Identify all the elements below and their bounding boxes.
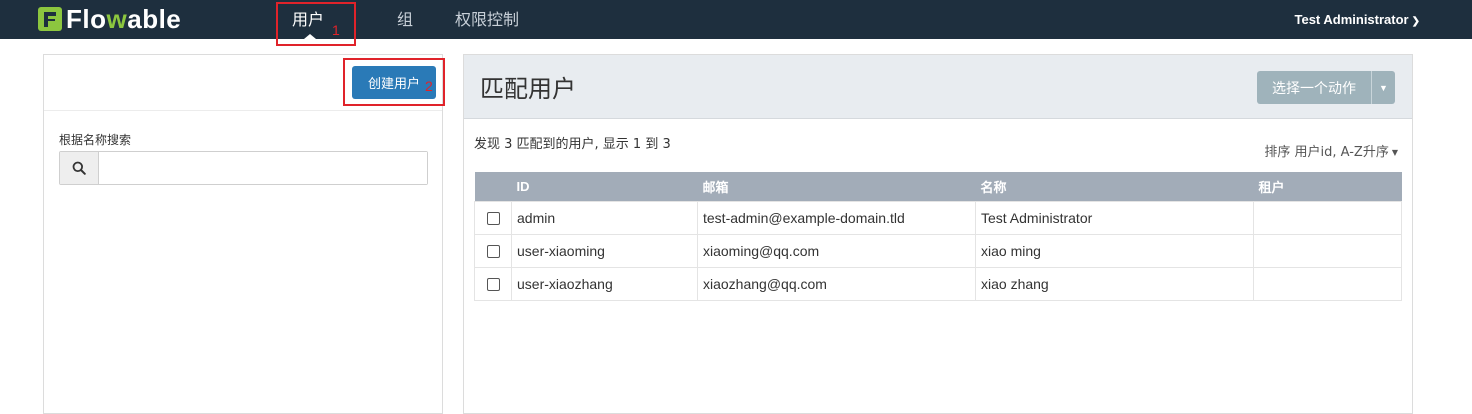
cell-name: Test Administrator	[975, 200, 1254, 235]
cell-name: xiao ming	[975, 233, 1254, 268]
user-menu[interactable]: Test Administrator ❯	[1294, 0, 1420, 39]
cell-email: xiaoming@qq.com	[697, 233, 976, 268]
user-search-panel: 创建用户 根据名称搜索	[43, 54, 443, 414]
search-icon	[60, 152, 99, 184]
page-title: 匹配用户	[480, 75, 576, 103]
cell-email: xiaozhang@qq.com	[697, 266, 976, 301]
search-input[interactable]	[99, 152, 427, 184]
select-column-header	[474, 172, 512, 201]
matching-users-panel: 匹配用户 选择一个动作 ▼ 发现 3 匹配到的用户, 显示 1 到 3 排序 用…	[463, 54, 1413, 414]
column-header-tenant[interactable]: 租户	[1253, 172, 1402, 201]
users-table: ID 邮箱 名称 租户 admin test-admin@example-dom…	[474, 172, 1402, 301]
nav-item-privileges[interactable]: 权限控制	[455, 0, 519, 39]
annotation-number-2: 2	[425, 78, 433, 94]
table-row[interactable]: user-xiaoming xiaoming@qq.com xiao ming	[474, 233, 1402, 268]
table-header-row: ID 邮箱 名称 租户	[474, 172, 1402, 201]
action-dropdown-toggle[interactable]: ▼	[1371, 71, 1395, 104]
results-summary: 发现 3 匹配到的用户, 显示 1 到 3	[474, 137, 671, 152]
cell-name: xiao zhang	[975, 266, 1254, 301]
cell-id: user-xiaozhang	[511, 266, 698, 301]
flowable-logo[interactable]: Flowable	[38, 3, 182, 34]
cell-tenant	[1253, 233, 1402, 268]
cell-tenant	[1253, 200, 1402, 235]
action-dropdown: 选择一个动作 ▼	[1257, 71, 1395, 104]
top-navbar: Flowable 用户 组 权限控制 Test Administrator ❯	[0, 0, 1472, 39]
table-row[interactable]: user-xiaozhang xiaozhang@qq.com xiao zha…	[474, 266, 1402, 301]
search-label: 根据名称搜索	[59, 133, 132, 147]
column-header-name[interactable]: 名称	[975, 172, 1254, 201]
row-checkbox[interactable]	[486, 278, 500, 292]
cell-tenant	[1253, 266, 1402, 301]
caret-down-icon: ▼	[1391, 148, 1398, 157]
caret-down-icon: ▼	[1379, 82, 1388, 93]
row-checkbox[interactable]	[486, 245, 500, 259]
annotation-box-1	[276, 2, 356, 46]
search-field-group	[59, 151, 428, 185]
annotation-number-1: 1	[332, 22, 340, 38]
table-row[interactable]: admin test-admin@example-domain.tld Test…	[474, 200, 1402, 235]
flowable-logo-icon	[38, 7, 62, 31]
row-checkbox[interactable]	[486, 212, 500, 226]
nav-item-groups[interactable]: 组	[397, 0, 413, 39]
cell-email: test-admin@example-domain.tld	[697, 200, 976, 235]
right-panel-header: 匹配用户 选择一个动作 ▼	[464, 55, 1412, 119]
chevron-down-icon: ❯	[1411, 16, 1420, 27]
column-header-email[interactable]: 邮箱	[697, 172, 976, 201]
sort-dropdown[interactable]: 排序 用户id, A-Z升序 ▼	[1264, 141, 1398, 160]
column-header-id[interactable]: ID	[511, 172, 698, 201]
cell-id: admin	[511, 200, 698, 235]
cell-id: user-xiaoming	[511, 233, 698, 268]
select-action-button[interactable]: 选择一个动作	[1257, 71, 1371, 104]
logo-text: Flowable	[66, 3, 182, 34]
